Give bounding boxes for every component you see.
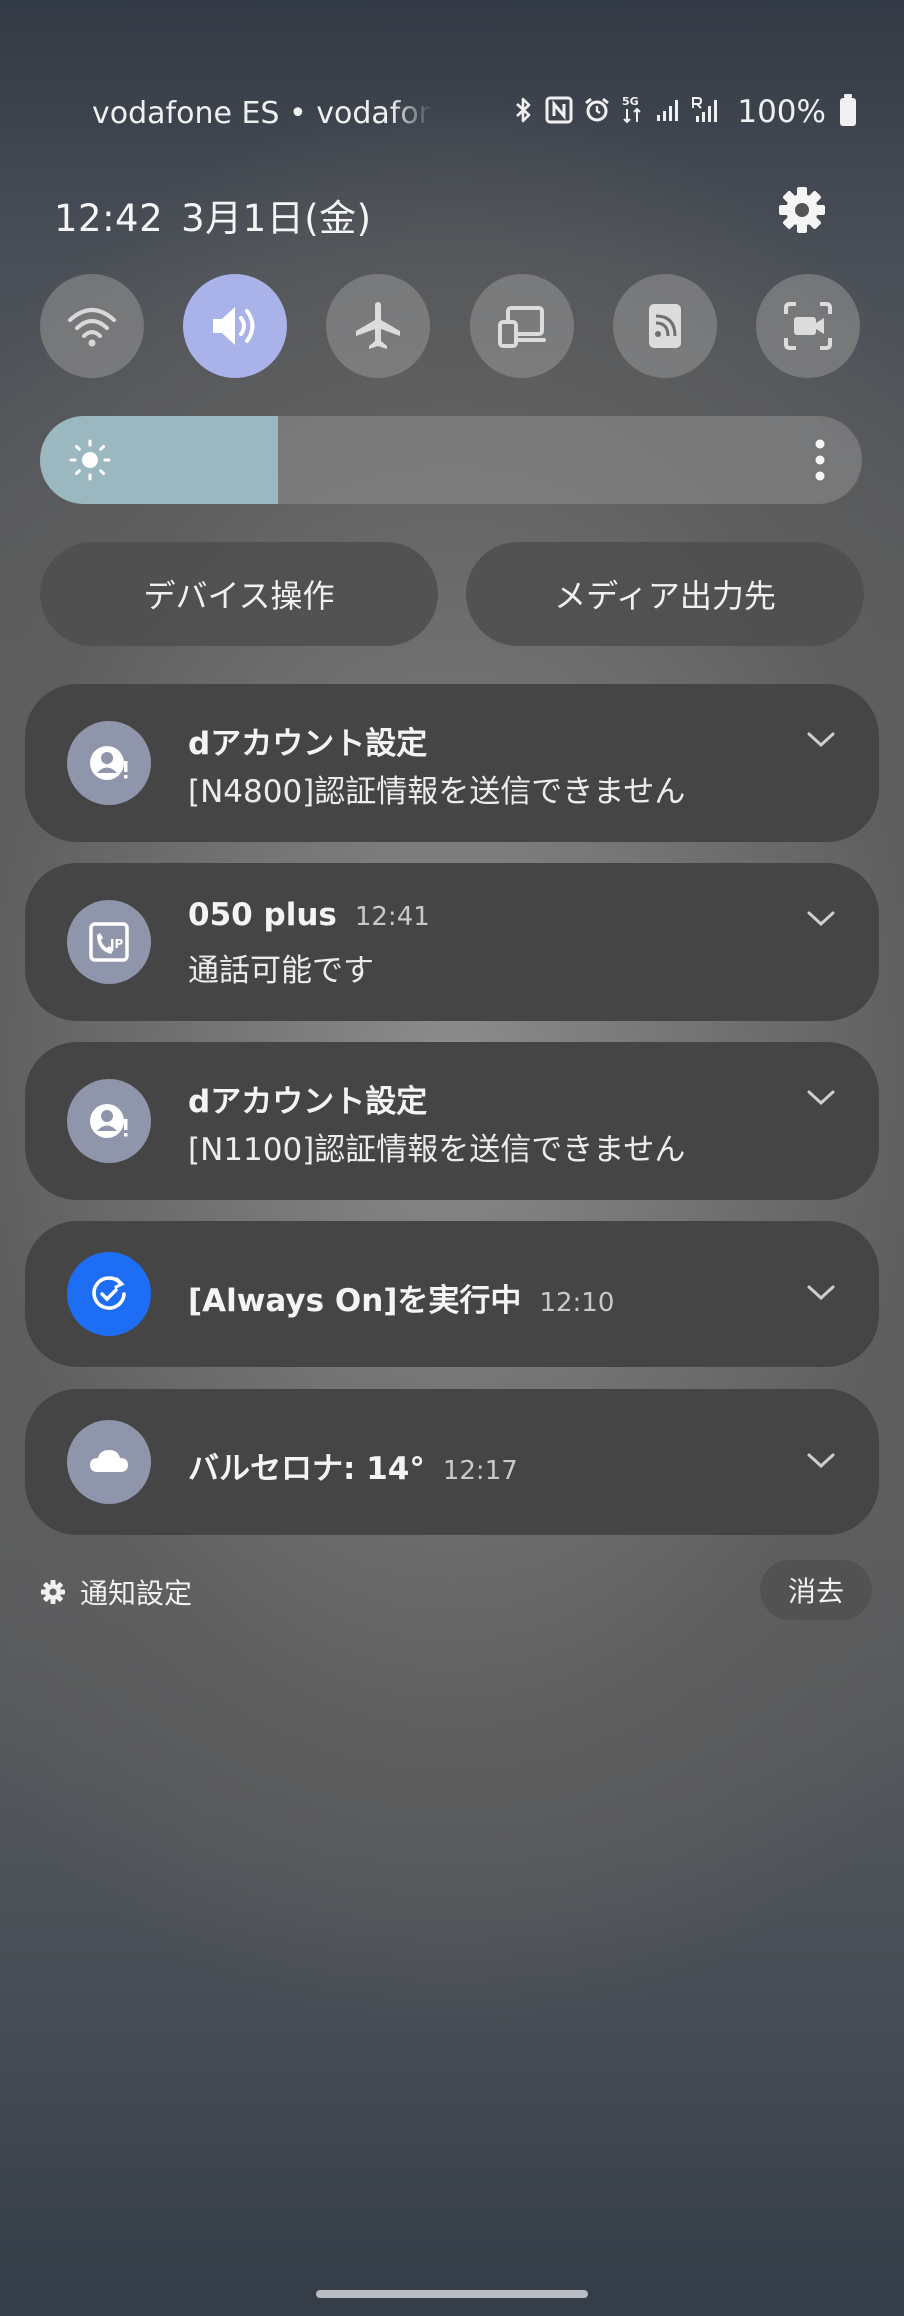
notification-title-line: [Always On]を実行中 12:10 <box>188 1275 614 1320</box>
notification-title: バルセロナ: 14° <box>188 1451 425 1487</box>
status-bar: vodafone ES • vodafone ES 5G 100% <box>0 92 904 132</box>
smart-view-tile[interactable] <box>612 274 717 378</box>
signal-icon <box>655 97 681 127</box>
ip-phone-icon: IP <box>67 900 151 984</box>
notification-title: dアカウント設定 <box>188 726 428 762</box>
notification-settings-link[interactable]: 通知設定 <box>40 1572 192 1612</box>
battery-percent: 100% <box>737 94 826 130</box>
roaming-signal-icon <box>691 96 721 128</box>
control-buttons-row: デバイス操作 メディア出力先 <box>40 542 864 646</box>
wifi-icon <box>68 308 116 347</box>
nfc-icon <box>545 96 573 128</box>
clear-all-button[interactable]: 消去 <box>760 1560 872 1620</box>
chevron-down-icon[interactable] <box>805 1283 837 1303</box>
gear-icon <box>41 1580 65 1604</box>
more-options-icon[interactable] <box>814 438 826 482</box>
speaker-icon <box>213 307 255 345</box>
sun-icon <box>69 439 111 481</box>
home-indicator[interactable] <box>316 2290 588 2298</box>
notification-settings-label: 通知設定 <box>80 1577 193 1610</box>
svg-text:IP: IP <box>110 937 123 951</box>
devices-icon <box>497 306 546 348</box>
notification-time: 12:10 <box>539 1288 615 1318</box>
airplane-tile[interactable] <box>326 274 431 378</box>
battery-icon <box>840 94 856 126</box>
clock-row: 12:42 3月1日(金) <box>54 188 372 242</box>
notification-card[interactable]: [Always On]を実行中 12:10 <box>25 1221 879 1367</box>
chevron-down-icon[interactable] <box>805 909 837 929</box>
brightness-slider[interactable] <box>40 416 862 504</box>
notification-time: 12:17 <box>442 1456 518 1486</box>
notification-card[interactable]: dアカウント設定 [N1100]認証情報を送信できません <box>25 1042 879 1200</box>
chevron-down-icon[interactable] <box>805 1088 837 1108</box>
notification-title: [Always On]を実行中 <box>188 1283 522 1319</box>
notification-body: [N4800]認証情報を送信できません <box>188 774 686 810</box>
clock-date[interactable]: 3月1日(金) <box>181 197 371 240</box>
sound-tile[interactable] <box>183 274 288 378</box>
quick-settings-row <box>40 274 860 378</box>
notification-body: [N1100]認証情報を送信できません <box>188 1132 686 1168</box>
account-alert-icon <box>67 1079 151 1163</box>
status-icons: 5G 100% <box>513 92 856 132</box>
notification-title: dアカウント設定 <box>188 1084 428 1120</box>
device-control-button[interactable]: デバイス操作 <box>40 542 438 646</box>
notification-title: 050 plus <box>188 897 337 933</box>
notification-title-line: バルセロナ: 14° 12:17 <box>188 1443 518 1488</box>
device-control-tile[interactable] <box>469 274 574 378</box>
media-output-button[interactable]: メディア出力先 <box>466 542 864 646</box>
notification-card[interactable]: バルセロナ: 14° 12:17 <box>25 1389 879 1535</box>
settings-gear-icon[interactable] <box>776 184 828 236</box>
airplane-icon <box>356 302 401 349</box>
cast-icon <box>648 304 681 348</box>
notification-body: 通話可能です <box>188 953 374 989</box>
clock-time[interactable]: 12:42 <box>54 197 163 240</box>
screen-record-tile[interactable] <box>755 274 860 378</box>
data-arrows-icon: 5G <box>621 94 645 131</box>
network-type-label: 5G <box>622 95 639 108</box>
notification-card[interactable]: IP 050 plus 12:41 通話可能です <box>25 863 879 1021</box>
alarm-icon <box>583 96 611 128</box>
account-alert-icon <box>67 721 151 805</box>
chevron-down-icon[interactable] <box>805 1451 837 1471</box>
chevron-down-icon[interactable] <box>805 730 837 750</box>
notification-time: 12:41 <box>354 902 430 932</box>
always-on-icon <box>67 1252 151 1336</box>
bluetooth-icon <box>513 96 535 128</box>
screen-record-icon <box>783 302 832 350</box>
notification-title-line: 050 plus 12:41 <box>188 897 430 933</box>
notification-card[interactable]: dアカウント設定 [N4800]認証情報を送信できません <box>25 684 879 842</box>
wifi-tile[interactable] <box>40 274 144 378</box>
carrier-label: vodafone ES • vodafone ES <box>92 96 432 131</box>
cloud-icon <box>67 1420 151 1504</box>
